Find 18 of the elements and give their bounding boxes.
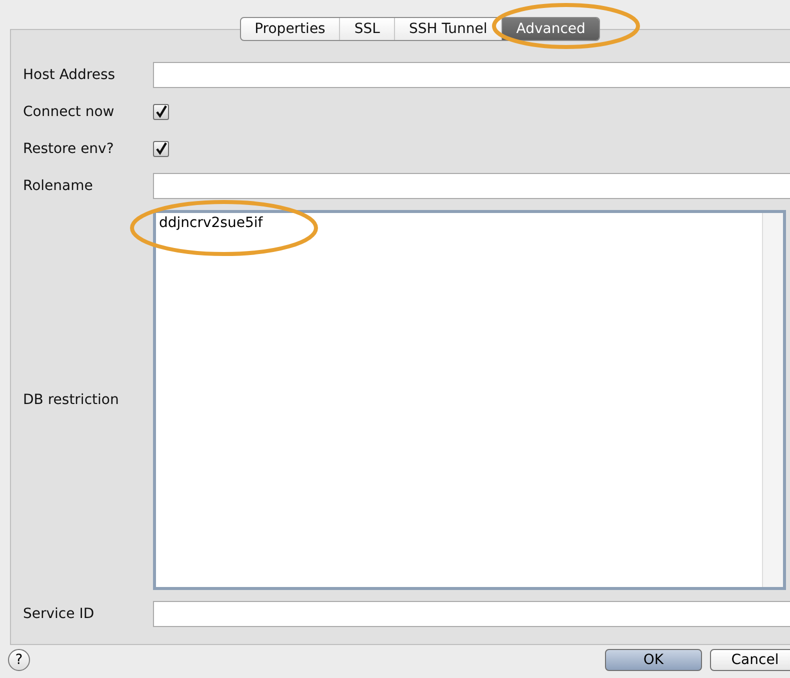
text-area[interactable]: ddjncrv2sue5if (153, 210, 786, 590)
field-label: Rolename (23, 178, 94, 194)
tab[interactable]: SSL (339, 18, 394, 40)
field-label: Restore env? (23, 141, 115, 157)
text-field[interactable] (153, 173, 790, 199)
field-label: DB restriction (23, 392, 120, 408)
field-label: Service ID (23, 606, 96, 622)
field-label: Host Address (23, 67, 116, 83)
field-label: Connect now (23, 104, 116, 120)
tab[interactable]: Properties (240, 18, 340, 40)
tab[interactable]: Advanced (501, 18, 600, 40)
text-field[interactable] (153, 601, 790, 627)
help-button[interactable]: ? (8, 649, 30, 671)
ok-button[interactable]: OK (605, 649, 702, 671)
checkbox[interactable] (153, 104, 169, 120)
cancel-button[interactable]: Cancel (710, 649, 790, 671)
checkbox[interactable] (153, 141, 169, 157)
text-field[interactable] (153, 62, 790, 88)
